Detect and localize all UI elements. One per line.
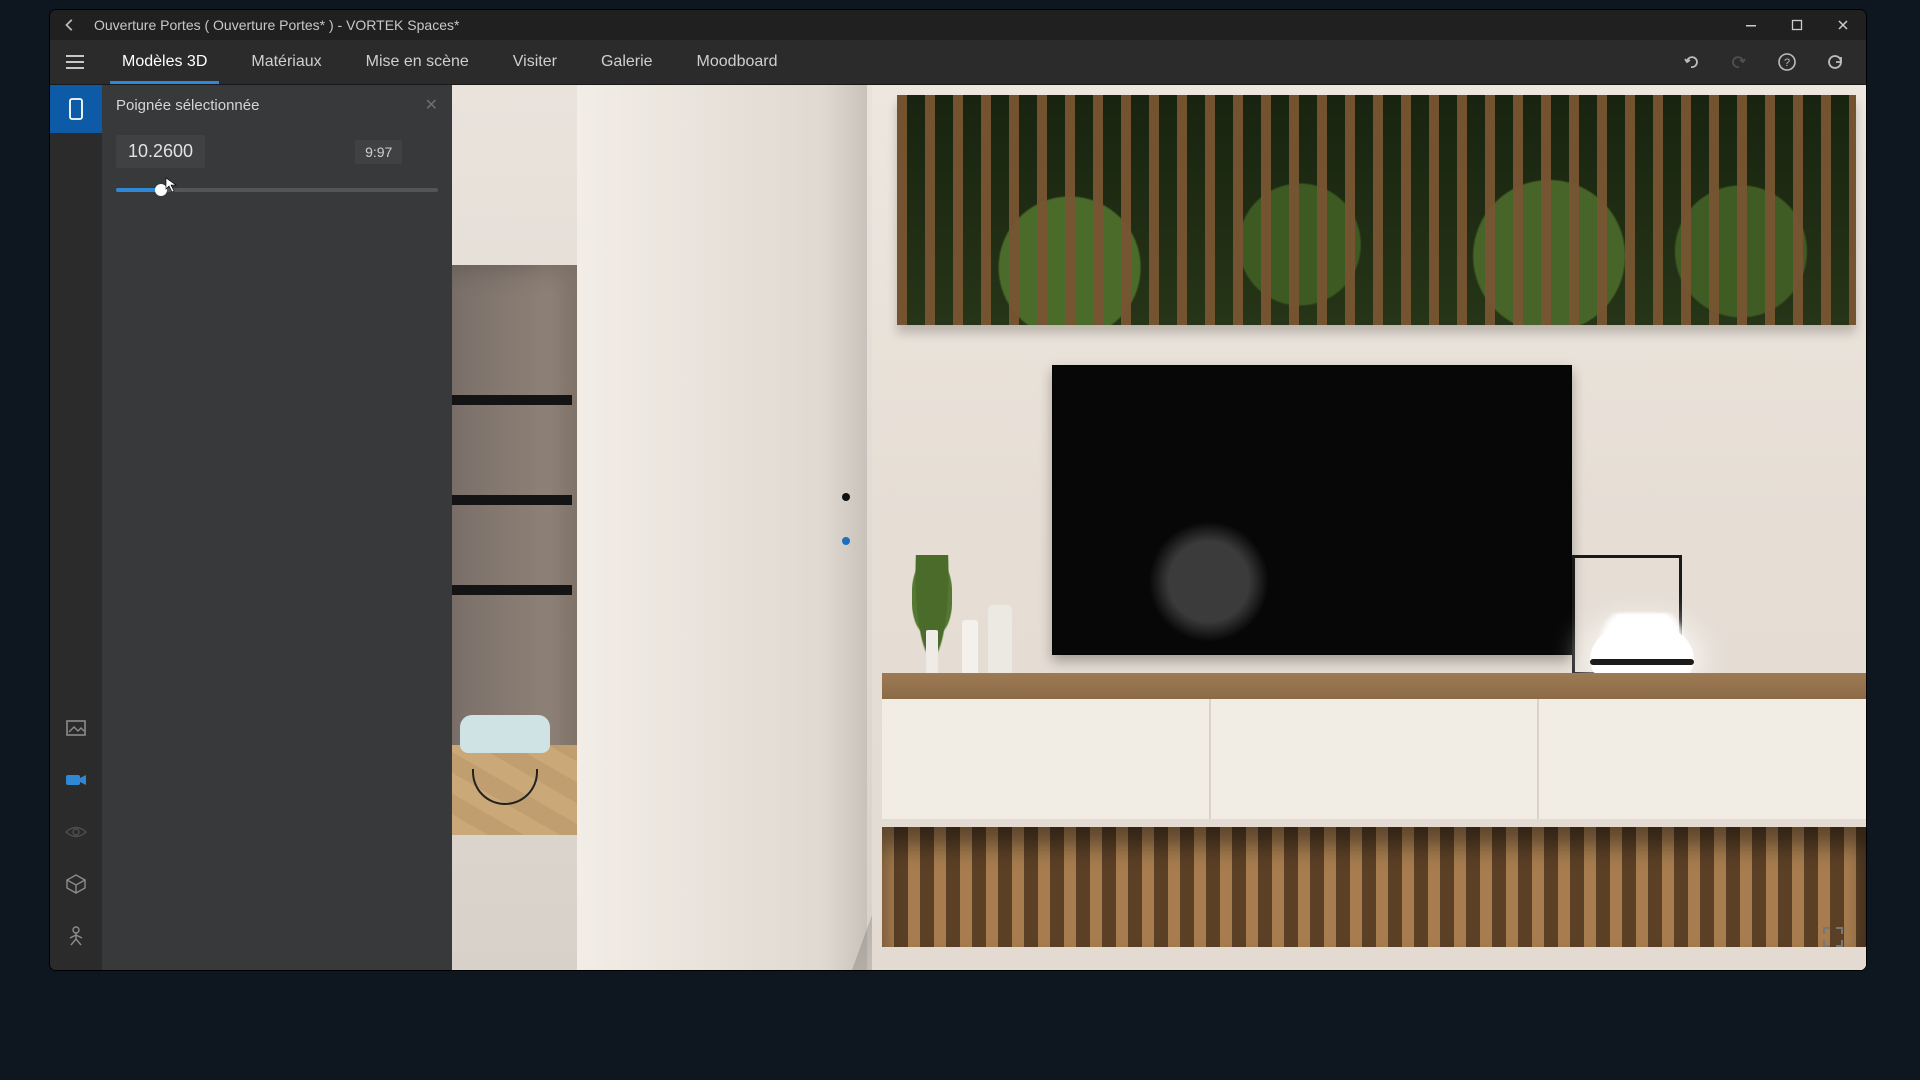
rail-screenshot-icon[interactable] (50, 712, 102, 744)
main-tabs: Modèles 3D Matériaux Mise en scène Visit… (50, 40, 1866, 85)
tab-label: Moodboard (697, 53, 778, 71)
maximize-button[interactable] (1774, 10, 1820, 40)
tab-label: Visiter (513, 53, 557, 71)
menu-button[interactable] (50, 40, 100, 84)
help-button[interactable]: ? (1776, 51, 1798, 73)
close-button[interactable] (1820, 10, 1866, 40)
value-input[interactable]: 10.2600 (116, 135, 205, 168)
back-button[interactable] (58, 18, 82, 32)
tab-materiaux[interactable]: Matériaux (229, 40, 343, 84)
redo-button[interactable] (1728, 51, 1750, 73)
rail-camera-icon[interactable] (50, 764, 102, 796)
tab-label: Modèles 3D (122, 53, 207, 71)
slider-thumb[interactable] (155, 184, 167, 196)
panel-close-button[interactable]: ✕ (425, 95, 438, 115)
tab-visiter[interactable]: Visiter (491, 40, 579, 84)
tab-moodboard[interactable]: Moodboard (675, 40, 800, 84)
titlebar: Ouverture Portes ( Ouverture Portes* ) -… (50, 10, 1866, 40)
tab-label: Mise en scène (366, 53, 469, 71)
window-controls (1728, 10, 1866, 40)
tab-modeles-3d[interactable]: Modèles 3D (100, 40, 229, 84)
undo-button[interactable] (1680, 51, 1702, 73)
tab-mise-en-scene[interactable]: Mise en scène (344, 40, 491, 84)
gizmo-handle[interactable] (842, 493, 850, 501)
tab-label: Matériaux (251, 53, 321, 71)
viewport-3d[interactable] (452, 85, 1866, 970)
sync-button[interactable] (1824, 51, 1846, 73)
rail-visibility-icon[interactable] (50, 816, 102, 848)
panel-title: Poignée sélectionnée (116, 97, 425, 114)
tab-label: Galerie (601, 53, 653, 71)
gizmo-handle-selected[interactable] (842, 537, 850, 545)
left-rail (50, 85, 102, 970)
properties-panel: Poignée sélectionnée ✕ 10.2600 9:97 (102, 85, 452, 970)
app-body: Poignée sélectionnée ✕ 10.2600 9:97 (50, 85, 1866, 970)
rail-cube-icon[interactable] (50, 868, 102, 900)
fullscreen-button[interactable] (1822, 926, 1844, 948)
rail-inspector-button[interactable] (50, 85, 102, 133)
window-title: Ouverture Portes ( Ouverture Portes* ) -… (94, 17, 1728, 33)
app-window: Ouverture Portes ( Ouverture Portes* ) -… (50, 10, 1866, 970)
timecode-display: 9:97 (355, 140, 402, 164)
minimize-button[interactable] (1728, 10, 1774, 40)
scene-render (452, 85, 1866, 970)
slider[interactable] (116, 188, 438, 192)
rail-person-icon[interactable] (50, 920, 102, 952)
tab-galerie[interactable]: Galerie (579, 40, 675, 84)
svg-text:?: ? (1784, 57, 1790, 69)
